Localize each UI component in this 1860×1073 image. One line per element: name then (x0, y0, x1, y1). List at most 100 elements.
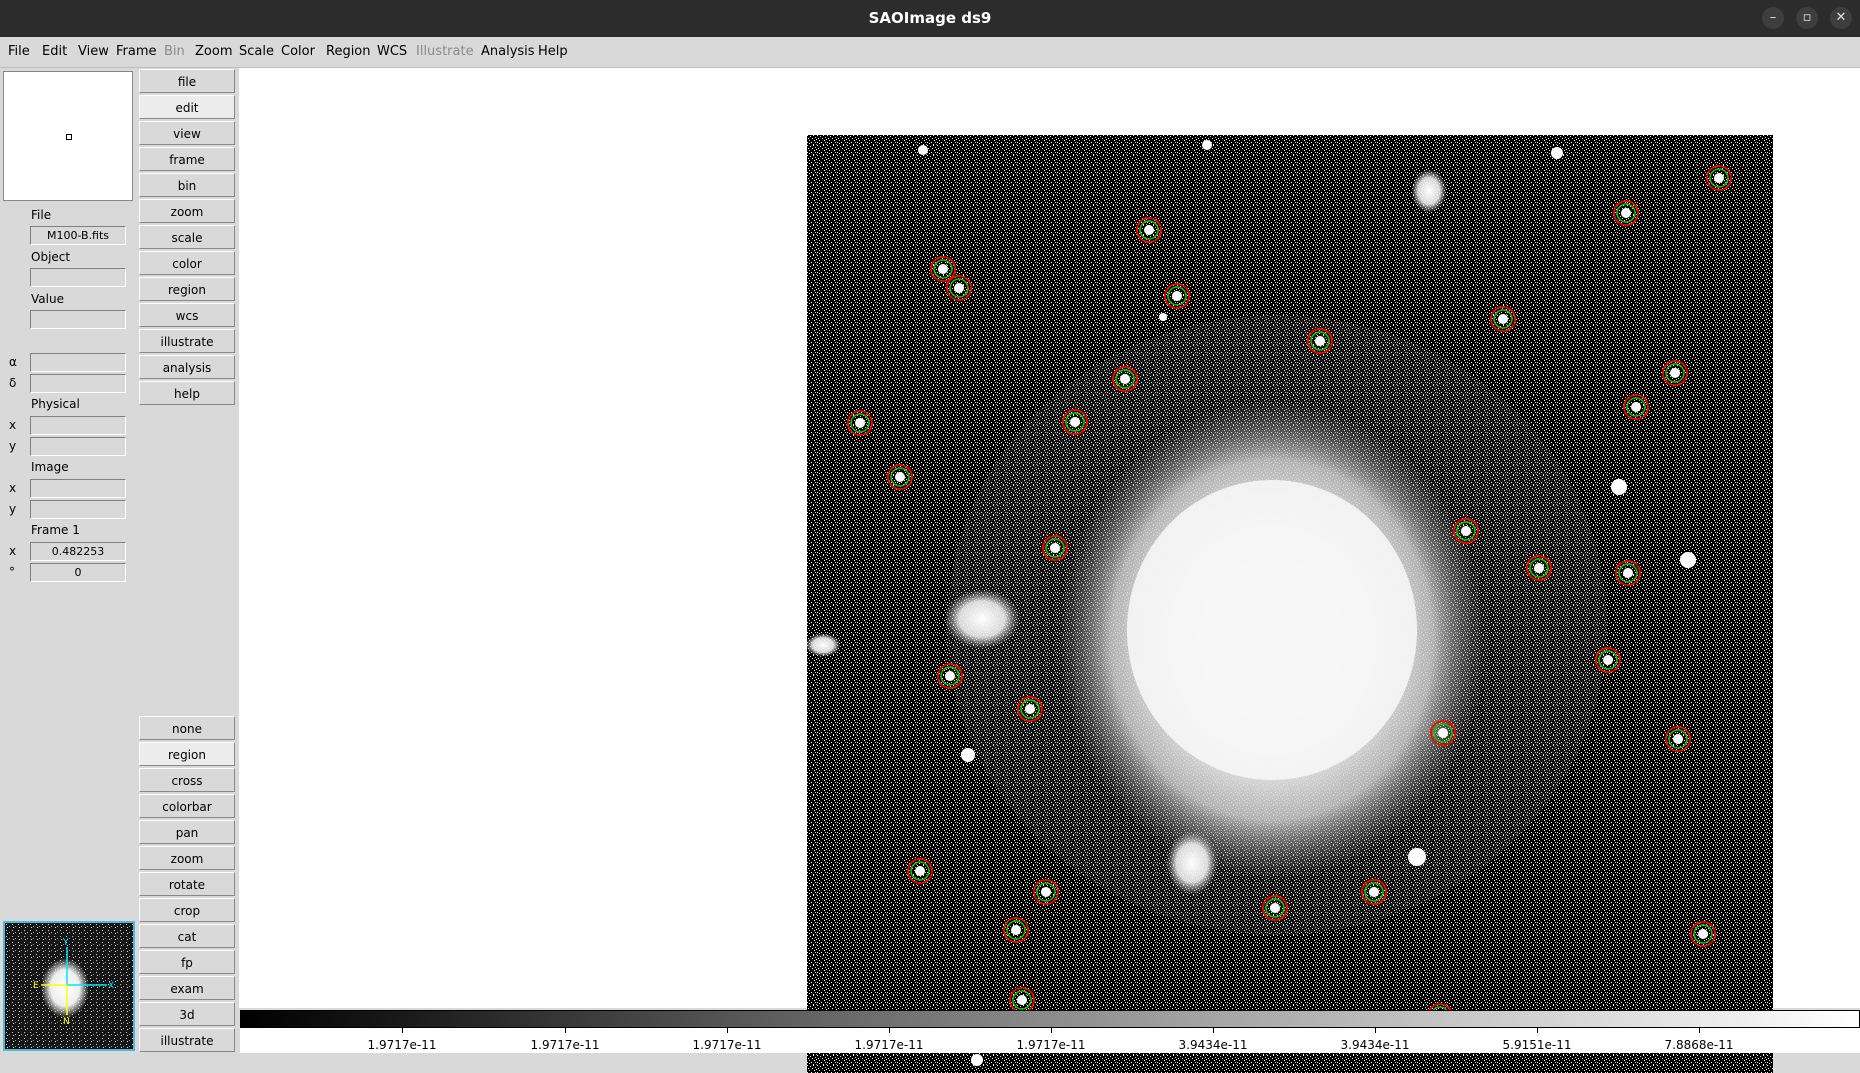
button-bar: file edit view frame bin zoom scale color region… (137, 68, 238, 1053)
region-circle[interactable] (1033, 879, 1059, 905)
image-canvas[interactable] (239, 68, 1860, 1073)
menu-illustrate: Illustrate (416, 44, 474, 59)
value-field[interactable] (30, 310, 126, 329)
menu-edit[interactable]: Edit (42, 44, 67, 59)
region-circle[interactable] (887, 464, 913, 490)
button-buttons_top-color[interactable]: color (139, 251, 235, 275)
button-buttons_top-edit[interactable]: edit (139, 95, 235, 119)
button-buttons_bottom-cat[interactable]: cat (139, 924, 235, 948)
region-circle[interactable] (1595, 647, 1621, 673)
value-label: Value (31, 292, 64, 306)
frame-zoom-field[interactable]: 0.482253 (30, 542, 126, 561)
menu-region[interactable]: Region (326, 44, 371, 59)
button-buttons_top-file[interactable]: file (139, 69, 235, 93)
region-circle[interactable] (1262, 895, 1288, 921)
button-buttons_top-scale[interactable]: scale (139, 225, 235, 249)
colorbar-tick-label: 1.9717e-11 (692, 1038, 762, 1052)
region-circle[interactable] (1017, 696, 1043, 722)
fits-image[interactable] (807, 135, 1773, 1073)
button-buttons_top-region[interactable]: region (139, 277, 235, 301)
panner[interactable]: Y X N E (3, 921, 135, 1051)
button-buttons_bottom-pan[interactable]: pan (139, 820, 235, 844)
button-buttons_top-zoom[interactable]: zoom (139, 199, 235, 223)
button-buttons_bottom-region[interactable]: region (139, 742, 235, 766)
delta-field[interactable] (30, 374, 126, 393)
window-title: SAOImage ds9 (868, 9, 992, 27)
region-circle[interactable] (1136, 217, 1162, 243)
menu-view[interactable]: View (78, 44, 109, 59)
image-x-symbol: x (9, 481, 17, 495)
colorbar-tick (565, 1028, 566, 1033)
button-buttons_top-bin[interactable]: bin (139, 173, 235, 197)
button-buttons_bottom-colorbar[interactable]: colorbar (139, 794, 235, 818)
region-circle[interactable] (1690, 921, 1716, 947)
region-circle[interactable] (1042, 535, 1068, 561)
region-circle[interactable] (1453, 518, 1479, 544)
region-circle[interactable] (1615, 560, 1641, 586)
region-circle[interactable] (1526, 555, 1552, 581)
menu-zoom[interactable]: Zoom (195, 44, 232, 59)
physical-y-field[interactable] (30, 437, 126, 456)
colorbar-tick (1213, 1028, 1214, 1033)
image-x-field[interactable] (30, 479, 126, 498)
region-circle[interactable] (1706, 165, 1732, 191)
compass-east-label: E (33, 981, 39, 991)
region-circle[interactable] (1665, 726, 1691, 752)
colorbar-tick-label: 3.9434e-11 (1178, 1038, 1248, 1052)
physical-x-field[interactable] (30, 416, 126, 435)
region-circle[interactable] (1613, 200, 1639, 226)
region-circle[interactable] (1164, 283, 1190, 309)
button-buttons_bottom-crop[interactable]: crop (139, 898, 235, 922)
button-buttons_top-wcs[interactable]: wcs (139, 303, 235, 327)
menu-file[interactable]: File (8, 44, 30, 59)
button-buttons_bottom-illustrate[interactable]: illustrate (139, 1028, 235, 1052)
alpha-field[interactable] (30, 353, 126, 372)
button-buttons_bottom-exam[interactable]: exam (139, 976, 235, 1000)
colorbar-ticks: 1.9717e-11 1.9717e-11 1.9717e-11 1.9717e-11… (240, 1028, 1860, 1053)
button-buttons_top-illustrate[interactable]: illustrate (139, 329, 235, 353)
colorbar-tick (727, 1028, 728, 1033)
button-buttons_bottom-rotate[interactable]: rotate (139, 872, 235, 896)
menu-color[interactable]: Color (281, 44, 315, 59)
region-circle[interactable] (1662, 360, 1688, 386)
button-buttons_bottom-3d[interactable]: 3d (139, 1002, 235, 1026)
menu-frame[interactable]: Frame (116, 44, 157, 59)
region-circle[interactable] (946, 275, 972, 301)
menu-scale[interactable]: Scale (239, 44, 274, 59)
menu-analysis[interactable]: Analysis (481, 44, 535, 59)
region-circle[interactable] (1307, 328, 1333, 354)
button-buttons_top-help[interactable]: help (139, 381, 235, 405)
maximize-icon[interactable]: ▫ (1796, 7, 1818, 29)
region-circle[interactable] (1490, 306, 1516, 332)
region-circle[interactable] (907, 858, 933, 884)
region-circle[interactable] (1623, 394, 1649, 420)
region-circle[interactable] (847, 410, 873, 436)
region-circle[interactable] (1361, 879, 1387, 905)
menu-help[interactable]: Help (538, 44, 568, 59)
frame-angle-field[interactable]: 0 (30, 563, 126, 582)
button-buttons_bottom-cross[interactable]: cross (139, 768, 235, 792)
colorbar-tick-label: 1.9717e-11 (530, 1038, 600, 1052)
colorbar[interactable] (240, 1010, 1860, 1028)
button-buttons_top-view[interactable]: view (139, 121, 235, 145)
region-circle[interactable] (1112, 366, 1138, 392)
physical-label: Physical (31, 397, 80, 411)
button-buttons_top-frame[interactable]: frame (139, 147, 235, 171)
button-buttons_bottom-fp[interactable]: fp (139, 950, 235, 974)
file-field[interactable]: M100-B.fits (30, 226, 126, 245)
image-y-field[interactable] (30, 500, 126, 519)
region-circle[interactable] (1430, 720, 1456, 746)
button-buttons_bottom-none[interactable]: none (139, 716, 235, 740)
menu-wcs[interactable]: WCS (377, 44, 407, 59)
colorbar-tick (402, 1028, 403, 1033)
region-circle[interactable] (1009, 987, 1035, 1013)
region-circle[interactable] (937, 663, 963, 689)
object-field[interactable] (30, 268, 126, 287)
region-circle[interactable] (930, 256, 956, 282)
region-circle[interactable] (1003, 917, 1029, 943)
button-buttons_top-analysis[interactable]: analysis (139, 355, 235, 379)
button-buttons_bottom-zoom[interactable]: zoom (139, 846, 235, 870)
minimize-icon[interactable]: – (1762, 7, 1784, 29)
close-icon[interactable]: ✕ (1830, 7, 1852, 29)
region-circle[interactable] (1062, 409, 1088, 435)
